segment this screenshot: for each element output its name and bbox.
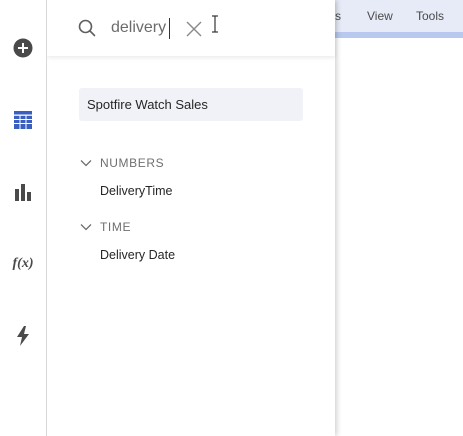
text-caret: [169, 18, 170, 39]
field-item-delivery-date[interactable]: Delivery Date: [100, 248, 175, 262]
menu-bar: s View Tools: [335, 0, 463, 38]
group-label: NUMBERS: [100, 156, 165, 170]
plus-circle-icon: [13, 38, 33, 58]
menu-item-partial[interactable]: s: [335, 9, 341, 23]
left-toolbar: f(x): [0, 0, 47, 436]
functions-button[interactable]: f(x): [0, 246, 46, 282]
ai-insights-button[interactable]: [0, 318, 46, 354]
data-button[interactable]: [0, 102, 46, 138]
bar-chart-icon: [15, 184, 31, 201]
menu-item-tools[interactable]: Tools: [416, 9, 444, 23]
chevron-down-icon: [80, 224, 92, 231]
menu-item-view[interactable]: View: [367, 9, 393, 23]
chevron-down-icon: [80, 160, 92, 167]
add-button[interactable]: [0, 30, 46, 66]
search-icon: [78, 19, 96, 37]
data-source-label[interactable]: Spotfire Watch Sales: [79, 88, 303, 121]
fx-icon: f(x): [12, 256, 34, 271]
close-icon[interactable]: [185, 20, 203, 38]
visualizations-button[interactable]: [0, 174, 46, 210]
group-label: TIME: [100, 220, 132, 234]
lightning-icon: [17, 326, 29, 346]
data-table-icon: [14, 111, 32, 129]
canvas-area: [335, 38, 463, 436]
app-window: s View Tools f(x) delivery Spotfire Watc…: [0, 0, 463, 436]
data-flyout-panel: Spotfire Watch Sales NUMBERS DeliveryTim…: [47, 0, 335, 436]
group-numbers[interactable]: NUMBERS: [79, 155, 164, 171]
field-item-deliverytime[interactable]: DeliveryTime: [100, 184, 172, 198]
search-bar: [47, 0, 335, 56]
group-time[interactable]: TIME: [79, 219, 131, 235]
ibeam-cursor-icon: [212, 15, 218, 33]
